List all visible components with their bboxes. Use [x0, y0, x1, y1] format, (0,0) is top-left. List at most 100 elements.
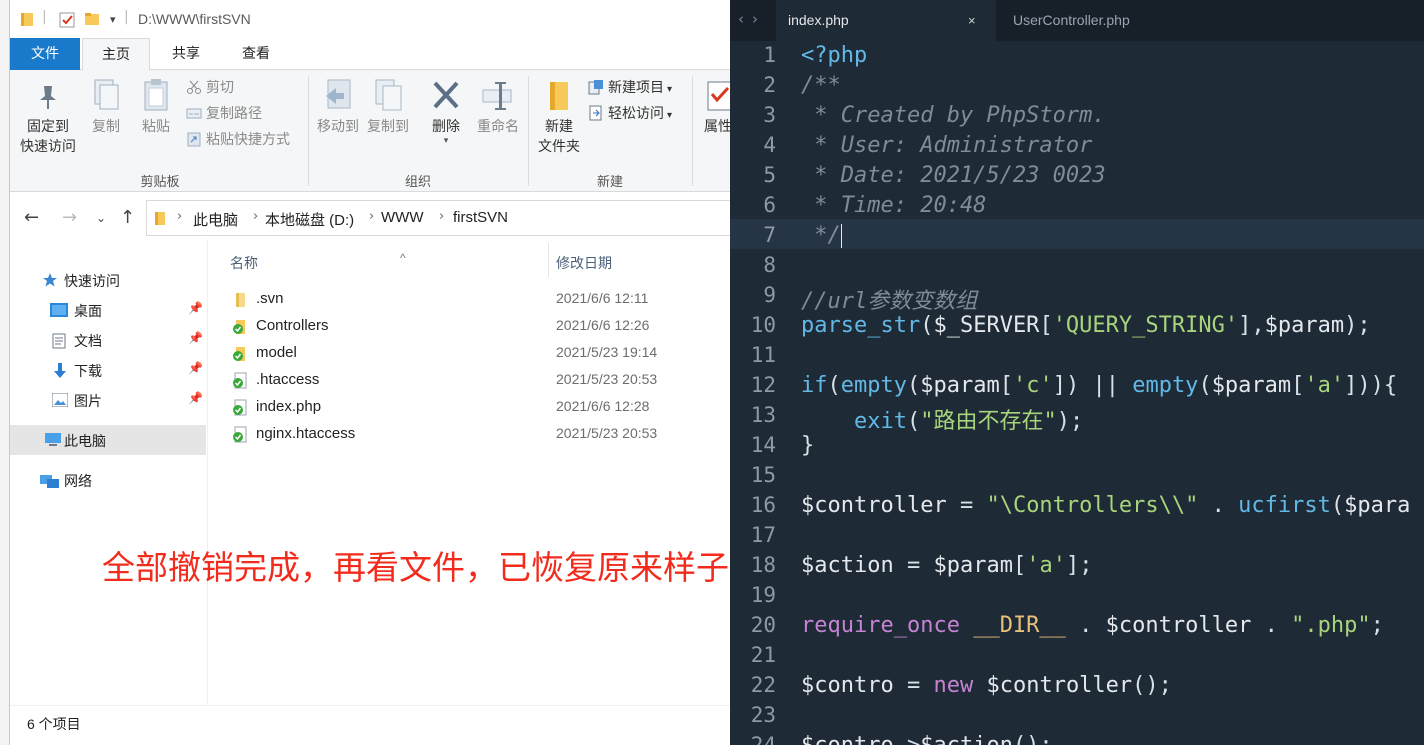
column-name-label: 名称	[230, 255, 258, 271]
code-line[interactable]: //url参数变数组	[801, 283, 977, 315]
code-line[interactable]: * User: Administrator	[801, 133, 1092, 158]
quick-access-dropdown-icon[interactable]: ▾	[110, 13, 116, 26]
paste-shortcut-button[interactable]: 粘贴快捷方式	[186, 130, 290, 148]
tab-view[interactable]: 查看	[222, 38, 290, 70]
file-list: 名称 ^ 修改日期 .svn 2021/6/6 12:11 Controllers…	[208, 239, 730, 705]
file-row[interactable]: model 2021/5/23 19:14	[208, 340, 730, 367]
new-folder-quick-icon[interactable]	[84, 11, 100, 31]
tab-file[interactable]: 文件	[10, 38, 80, 70]
line-number: 20	[750, 613, 776, 637]
nav-desktop[interactable]: 桌面 📌	[10, 295, 206, 325]
copy-button[interactable]: 复制	[86, 78, 126, 136]
nav-downloads[interactable]: 下载 📌	[10, 355, 206, 385]
rename-label: 重命名	[477, 118, 519, 134]
documents-icon	[52, 333, 68, 349]
back-arrow-icon[interactable]: ←	[24, 207, 39, 228]
address-bar[interactable]: › 此电脑 › 本地磁盘 (D:) › WWW › firstSVN	[146, 200, 730, 236]
new-item-label: 新建项目	[608, 79, 664, 95]
properties-check-icon[interactable]	[58, 11, 76, 33]
delete-dropdown-icon[interactable]: ▾	[424, 136, 468, 145]
rename-button[interactable]: 重命名	[472, 78, 524, 136]
code-line[interactable]: parse_str($_SERVER['QUERY_STRING'],$para…	[801, 313, 1371, 338]
breadcrumb-www[interactable]: WWW	[381, 209, 423, 226]
code-line[interactable]: if(empty($param['c']) || empty($param['a…	[801, 373, 1397, 398]
easy-access-dropdown-icon: ▾	[667, 110, 673, 121]
code-line[interactable]: /**	[801, 73, 841, 98]
code-line[interactable]: exit("路由不存在");	[801, 403, 1083, 435]
line-number: 5	[763, 163, 776, 187]
pin-label-1: 固定到	[27, 118, 69, 134]
nav-quick-access[interactable]: 快速访问	[10, 265, 206, 295]
rename-icon	[482, 82, 512, 110]
forward-arrow-icon[interactable]: →	[62, 207, 77, 228]
pinned-icon: 📌	[188, 361, 203, 375]
line-number: 19	[750, 583, 776, 607]
breadcrumb-local-disk[interactable]: 本地磁盘 (D:)	[265, 209, 354, 230]
file-date: 2021/5/23 19:14	[556, 344, 658, 360]
copy-path-button[interactable]: 复制路径	[186, 104, 262, 122]
tab-index-php[interactable]: index.php ×	[776, 0, 996, 41]
code-line[interactable]: * Date: 2021/5/23 0023	[801, 163, 1105, 188]
separator-icon: |	[42, 9, 47, 25]
star-icon	[42, 272, 58, 287]
column-header-name[interactable]: 名称 ^	[230, 251, 406, 273]
code-line[interactable]: $action = $param['a'];	[801, 553, 1092, 578]
nav-network[interactable]: 网络	[10, 465, 206, 495]
move-to-button[interactable]: 移动到	[314, 78, 362, 136]
code-editor-window: ‹› index.php × UserController.php 123456…	[730, 0, 1424, 745]
easy-access-button[interactable]: 轻松访问 ▾	[588, 104, 672, 125]
line-number: 4	[763, 133, 776, 157]
new-item-button[interactable]: 新建项目 ▾	[588, 78, 672, 99]
file-row[interactable]: .htaccess 2021/5/23 20:53	[208, 367, 730, 394]
svn-file-icon	[232, 399, 248, 416]
code-line[interactable]: }	[801, 433, 814, 458]
recent-locations-chevron-icon[interactable]: ⌄	[96, 211, 106, 225]
code-line[interactable]: require_once __DIR__ . $controller . ".p…	[801, 613, 1384, 638]
file-row[interactable]: .svn 2021/6/6 12:11	[208, 286, 730, 313]
computer-icon	[44, 433, 61, 447]
file-row[interactable]: index.php 2021/6/6 12:28	[208, 394, 730, 421]
column-header-date[interactable]: 修改日期	[556, 253, 612, 273]
tab-nav-arrows-icon[interactable]: ‹›	[738, 10, 766, 28]
tab-share[interactable]: 共享	[152, 38, 220, 70]
up-arrow-icon[interactable]: ↑	[120, 207, 135, 228]
nav-documents[interactable]: 文档 📌	[10, 325, 206, 355]
file-row[interactable]: nginx.htaccess 2021/5/23 20:53	[208, 421, 730, 448]
code-line[interactable]: * Created by PhpStorm.	[801, 103, 1105, 128]
delete-button[interactable]: 删除 ▾	[424, 78, 468, 145]
paste-label: 粘贴	[142, 118, 170, 134]
code-line[interactable]: $contro->$action();	[801, 733, 1053, 745]
file-row[interactable]: Controllers 2021/6/6 12:26	[208, 313, 730, 340]
copy-to-button[interactable]: 复制到	[364, 78, 412, 136]
desktop-icon	[50, 303, 68, 317]
pin-to-quick-access-button[interactable]: 固定到 快速访问	[16, 82, 80, 156]
close-icon[interactable]: ×	[968, 0, 976, 41]
tab-usercontroller-php[interactable]: UserController.php	[998, 0, 1218, 41]
line-number: 22	[750, 673, 776, 697]
cut-button[interactable]: 剪切	[186, 78, 234, 96]
code-line[interactable]: <?php	[801, 43, 867, 68]
sort-ascending-icon: ^	[400, 251, 406, 265]
breadcrumb-firstsvn[interactable]: firstSVN	[453, 209, 508, 226]
delete-label: 删除	[432, 118, 460, 134]
code-line[interactable]: * Time: 20:48	[801, 193, 986, 218]
nav-this-pc[interactable]: 此电脑	[10, 425, 206, 455]
breadcrumb-this-pc[interactable]: 此电脑	[193, 209, 238, 230]
line-number: 2	[763, 73, 776, 97]
status-bar: 6 个项目	[10, 705, 730, 745]
nav-pictures[interactable]: 图片 📌	[10, 385, 206, 415]
tab-label: index.php	[788, 12, 849, 28]
new-folder-button[interactable]: 新建 文件夹	[532, 78, 586, 156]
code-line[interactable]: */	[801, 223, 841, 248]
tab-home[interactable]: 主页	[82, 38, 150, 71]
paste-button[interactable]: 粘贴	[136, 78, 176, 136]
file-name: Controllers	[256, 317, 329, 334]
properties-button[interactable]: 属性	[700, 78, 730, 136]
code-area[interactable]: 1 2 3 4 5 6 7 8 9 10 11 12 13 14 15 16 17 18 19 20 21 22 23 24 …	[730, 41, 1424, 745]
column-resize-handle[interactable]	[548, 243, 549, 277]
copy-label: 复制	[92, 118, 120, 134]
file-name: .svn	[256, 290, 284, 307]
window-title: D:\WWW\firstSVN	[138, 11, 251, 27]
code-line[interactable]: $contro = new $controller();	[801, 673, 1172, 698]
code-line[interactable]: $controller = "\Controllers\\" . ucfirst…	[801, 493, 1410, 518]
